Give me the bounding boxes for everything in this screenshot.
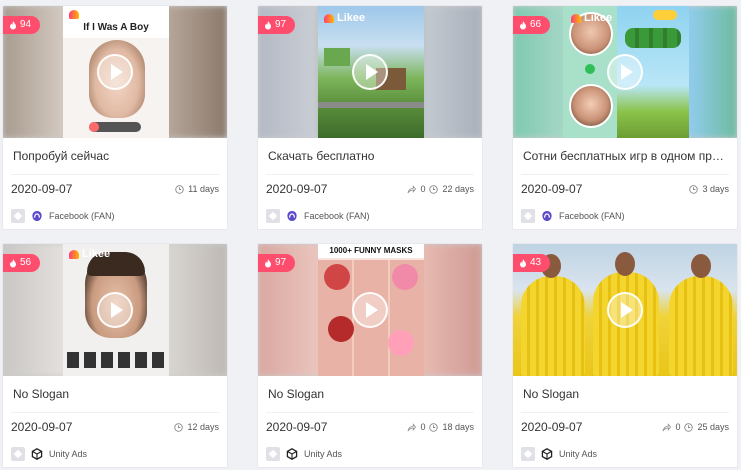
ad-card[interactable]: Likee 66 Сотни бесплатных игр в одном пр… bbox=[512, 5, 738, 230]
heat-badge: 94 bbox=[3, 16, 41, 34]
android-icon bbox=[11, 447, 25, 461]
days-running: 22 days bbox=[442, 184, 474, 194]
ad-stats: 0 22 days bbox=[407, 184, 474, 194]
days-running: 3 days bbox=[702, 184, 729, 194]
clock-icon bbox=[175, 184, 184, 194]
play-icon[interactable] bbox=[97, 292, 133, 328]
ad-network-name: Facebook (FAN) bbox=[49, 211, 115, 221]
ad-stats: 0 18 days bbox=[407, 422, 474, 432]
ad-thumbnail[interactable]: 43 bbox=[513, 244, 737, 376]
facebook-audience-network-icon bbox=[31, 210, 43, 222]
android-icon bbox=[521, 209, 535, 223]
clock-icon bbox=[174, 422, 184, 432]
ad-slogan: Скачать бесплатно bbox=[268, 149, 375, 163]
ad-network-name: Unity Ads bbox=[49, 449, 88, 459]
ad-card[interactable]: 1000+ FUNNY MASKS 97 No Slogan 2020-09-0… bbox=[257, 243, 483, 468]
clock-icon bbox=[429, 422, 439, 432]
facebook-audience-network-icon bbox=[286, 210, 298, 222]
ad-thumbnail[interactable]: Likee 97 bbox=[258, 6, 482, 138]
video-overlay-title: If I Was A Boy bbox=[83, 22, 149, 33]
share-icon bbox=[407, 184, 417, 193]
share-count: 0 bbox=[420, 184, 426, 194]
play-icon[interactable] bbox=[352, 292, 388, 328]
ad-card[interactable]: Likee 56 No Slogan 2020-09-07 12 days Un… bbox=[2, 243, 228, 468]
ad-network-name: Unity Ads bbox=[304, 449, 343, 459]
flame-icon bbox=[10, 20, 16, 29]
share-icon bbox=[662, 422, 672, 431]
facebook-audience-network-icon bbox=[541, 210, 553, 222]
ad-thumbnail[interactable]: Likee 56 bbox=[3, 244, 227, 376]
ad-stats: 11 days bbox=[175, 184, 219, 194]
android-icon bbox=[266, 209, 280, 223]
ad-date: 2020-09-07 bbox=[11, 182, 73, 196]
unity-icon bbox=[31, 448, 43, 460]
play-icon[interactable] bbox=[607, 54, 643, 90]
ad-network-name: Facebook (FAN) bbox=[304, 211, 370, 221]
ad-card[interactable]: 43 No Slogan 2020-09-07 0 25 days Unity … bbox=[512, 243, 738, 468]
clock-icon bbox=[689, 184, 699, 194]
days-running: 12 days bbox=[187, 422, 219, 432]
ad-thumbnail[interactable]: 1000+ FUNNY MASKS 97 bbox=[258, 244, 482, 376]
ad-slogan: No Slogan bbox=[13, 387, 70, 401]
android-icon bbox=[521, 447, 535, 461]
ad-date: 2020-09-07 bbox=[521, 182, 583, 196]
ad-date: 2020-09-07 bbox=[521, 420, 583, 434]
heat-badge: 43 bbox=[513, 254, 551, 272]
ad-stats: 3 days bbox=[689, 184, 729, 194]
ad-card[interactable]: Likee 97 Скачать бесплатно 2020-09-07 0 … bbox=[257, 5, 483, 230]
flame-icon bbox=[265, 20, 271, 29]
ad-thumbnail[interactable]: If I Was A Boy 94 bbox=[3, 6, 227, 138]
heat-badge: 66 bbox=[513, 16, 551, 34]
heat-badge: 97 bbox=[258, 254, 296, 272]
ad-network-name: Unity Ads bbox=[559, 449, 598, 459]
unity-icon bbox=[541, 448, 553, 460]
ad-date: 2020-09-07 bbox=[266, 182, 328, 196]
ad-slogan: Сотни бесплатных игр в одном приложении bbox=[523, 149, 737, 163]
flame-icon bbox=[520, 20, 526, 29]
ad-thumbnail[interactable]: Likee 66 bbox=[513, 6, 737, 138]
ad-stats: 12 days bbox=[174, 422, 219, 432]
heat-badge: 97 bbox=[258, 16, 296, 34]
likee-logo: Likee bbox=[324, 12, 365, 24]
flame-icon bbox=[520, 258, 526, 267]
ad-network-name: Facebook (FAN) bbox=[559, 211, 625, 221]
clock-icon bbox=[684, 422, 694, 432]
play-icon[interactable] bbox=[607, 292, 643, 328]
ad-date: 2020-09-07 bbox=[11, 420, 73, 434]
ad-slogan: No Slogan bbox=[268, 387, 325, 401]
share-icon bbox=[407, 422, 417, 431]
ad-slogan: Попробуй сейчас bbox=[13, 149, 110, 163]
flame-icon bbox=[10, 258, 16, 267]
likee-logo: Likee bbox=[571, 12, 612, 24]
days-running: 11 days bbox=[188, 184, 219, 194]
ad-date: 2020-09-07 bbox=[266, 420, 328, 434]
video-overlay-title: 1000+ FUNNY MASKS bbox=[329, 246, 413, 255]
play-icon[interactable] bbox=[352, 54, 388, 90]
days-running: 18 days bbox=[442, 422, 474, 432]
ad-stats: 0 25 days bbox=[662, 422, 729, 432]
ad-slogan: No Slogan bbox=[523, 387, 580, 401]
likee-logo bbox=[69, 10, 79, 19]
clock-icon bbox=[429, 184, 439, 194]
ad-card[interactable]: If I Was A Boy 94 Попробуй сейчас 2020-0… bbox=[2, 5, 228, 230]
share-count: 0 bbox=[675, 422, 681, 432]
unity-icon bbox=[286, 448, 298, 460]
flame-icon bbox=[265, 258, 271, 267]
android-icon bbox=[266, 447, 280, 461]
play-icon[interactable] bbox=[97, 54, 133, 90]
heat-badge: 56 bbox=[3, 254, 41, 272]
likee-logo: Likee bbox=[69, 248, 110, 260]
share-count: 0 bbox=[420, 422, 426, 432]
android-icon bbox=[11, 209, 25, 223]
days-running: 25 days bbox=[697, 422, 729, 432]
